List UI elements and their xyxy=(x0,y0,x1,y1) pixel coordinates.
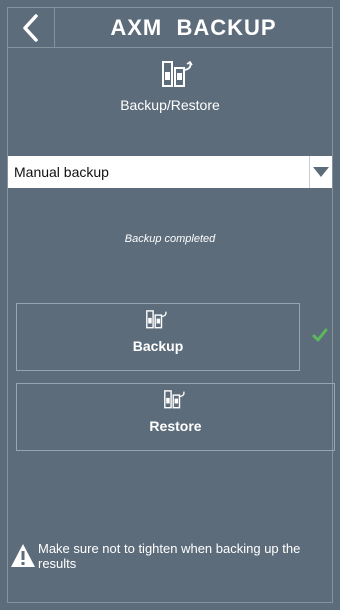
backup-mode-select[interactable]: Manual backup xyxy=(8,156,332,188)
backup-button[interactable]: Backup xyxy=(16,303,300,371)
warning-text: Make sure not to tighten when backing up… xyxy=(38,541,301,571)
backup-device-icon xyxy=(162,60,193,87)
page-title: AXM BACKUP xyxy=(110,14,277,40)
backup-device-icon xyxy=(146,310,167,329)
backup-mode-value: Manual backup xyxy=(14,164,109,180)
section-label: Backup/Restore xyxy=(120,97,220,113)
warning-icon xyxy=(11,544,35,567)
warning-message: Make sure not to tighten when backing up… xyxy=(10,541,336,571)
chevron-left-icon xyxy=(23,13,38,42)
restore-button-label: Restore xyxy=(149,418,202,434)
backup-device-icon xyxy=(163,390,185,409)
check-icon xyxy=(312,328,328,342)
back-button[interactable] xyxy=(8,8,55,47)
status-text: Backup completed xyxy=(124,233,216,245)
restore-button[interactable]: Restore xyxy=(16,383,335,451)
dropdown-arrow-icon[interactable] xyxy=(309,156,332,188)
backup-button-label: Backup xyxy=(132,338,184,354)
header: AXM BACKUP xyxy=(8,8,332,48)
